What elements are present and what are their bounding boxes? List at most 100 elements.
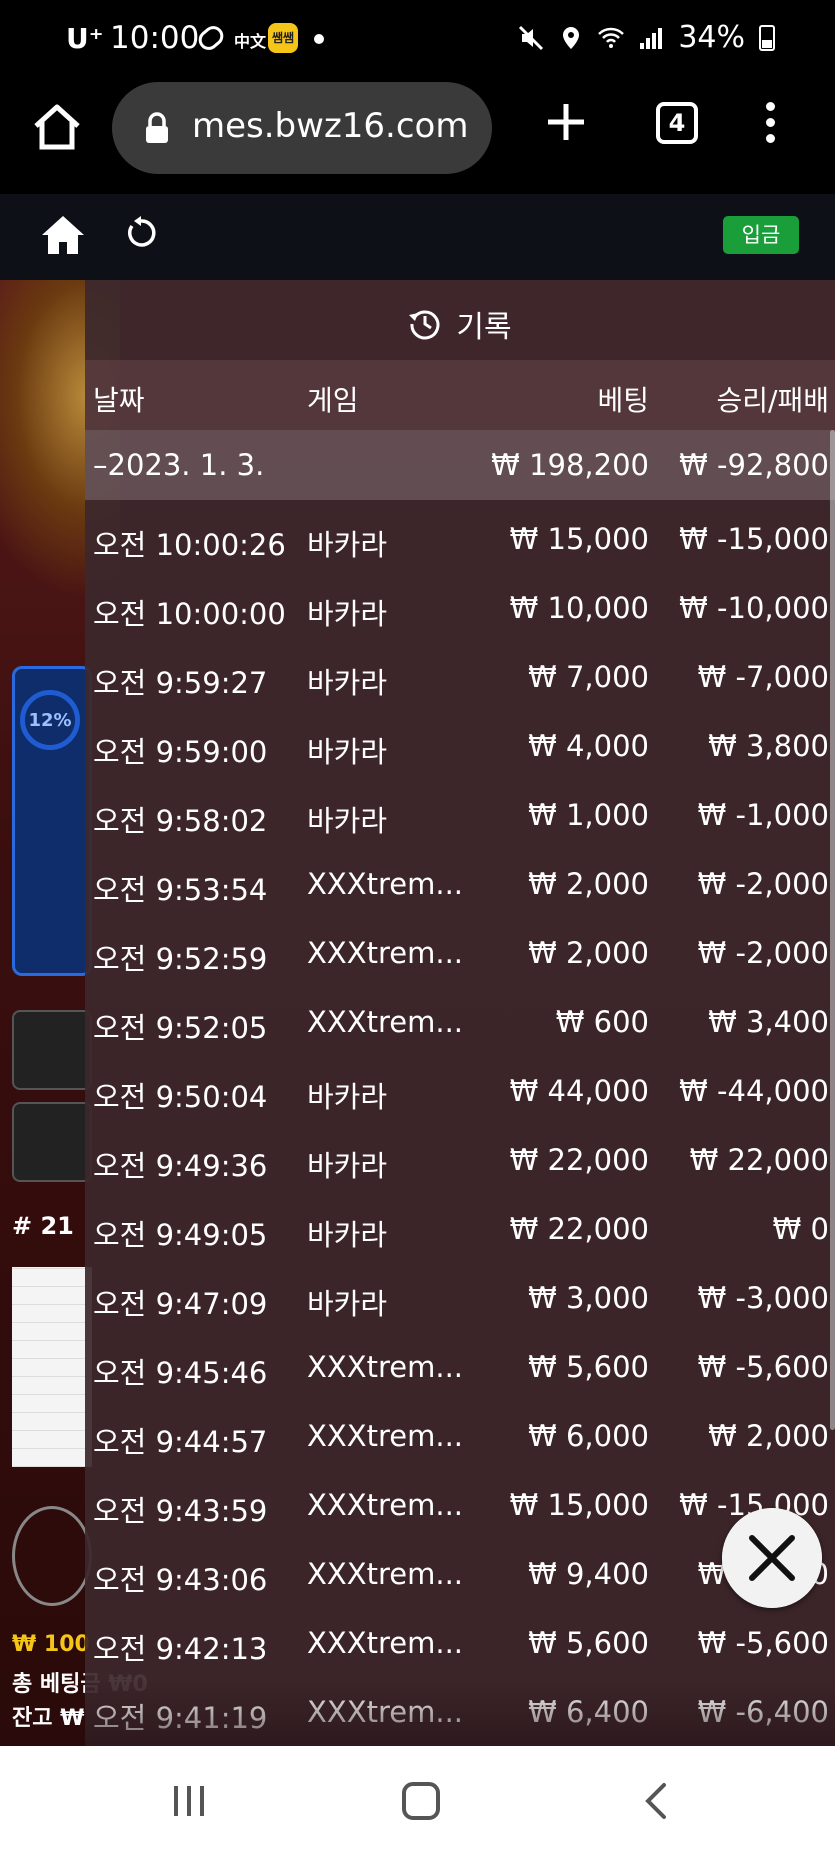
table-header: 날짜 게임 베팅 승리/패배 xyxy=(85,360,835,430)
row-bet: ₩ 3,000 xyxy=(528,1281,649,1315)
row-game: XXXtrem... xyxy=(307,1488,464,1522)
row-game: XXXtrem... xyxy=(307,1350,464,1384)
row-game: XXXtrem... xyxy=(307,1005,464,1039)
balance-amount: ₩ 100 xyxy=(12,1632,90,1657)
table-row[interactable]: 오전 10:00:26 바카라 ₩ 15,000 ₩ -15,000 xyxy=(85,510,835,579)
history-icon xyxy=(409,310,440,340)
row-time: 오전 9:44:57 xyxy=(93,1425,268,1459)
row-time: 오전 9:49:36 xyxy=(93,1149,268,1183)
row-game: XXXtrem... xyxy=(307,1419,464,1453)
row-game: XXXtrem... xyxy=(307,936,464,970)
row-bet: ₩ 7,000 xyxy=(528,660,649,694)
table-row[interactable]: 오전 9:43:59 XXXtrem... ₩ 15,000 ₩ -15,000 xyxy=(85,1476,835,1545)
battery-percent: 34% xyxy=(678,20,745,55)
game-header: 입금 xyxy=(0,194,835,280)
address-bar[interactable]: mes.bwz16.com xyxy=(112,82,492,174)
wifi-icon xyxy=(598,27,625,48)
history-title: 기록 xyxy=(408,302,512,346)
row-bet: ₩ 15,000 xyxy=(509,522,649,556)
bet-spot-button[interactable] xyxy=(12,1010,92,1090)
row-game: 바카라 xyxy=(307,666,388,700)
summary-bet: ₩ 198,200 xyxy=(491,448,649,482)
table-row[interactable]: 오전 9:50:04 바카라 ₩ 44,000 ₩ -44,000 xyxy=(85,1062,835,1131)
row-result: ₩ -15,000 xyxy=(679,522,829,556)
row-game: 바카라 xyxy=(307,1149,388,1183)
summary-result: ₩ -92,800 xyxy=(679,448,829,482)
signal-icon xyxy=(640,27,663,49)
close-history-button[interactable] xyxy=(722,1508,822,1608)
battery-icon xyxy=(759,24,775,51)
header-bet: 베팅 xyxy=(597,384,649,417)
row-game: 바카라 xyxy=(307,804,388,838)
status-bar: U⁺ 10:00 中文 쌤쌤 34% xyxy=(0,0,835,78)
tab-switcher-button[interactable]: 4 xyxy=(656,102,698,144)
back-icon[interactable] xyxy=(640,1782,674,1820)
clock: 10:00 xyxy=(110,20,200,56)
row-game: 바카라 xyxy=(307,735,388,769)
table-row[interactable]: 오전 9:52:59 XXXtrem... ₩ 2,000 ₩ -2,000 xyxy=(85,924,835,993)
refresh-icon[interactable] xyxy=(124,216,158,250)
row-time: 오전 9:43:59 xyxy=(93,1494,268,1528)
row-game: 바카라 xyxy=(307,1218,388,1252)
row-time: 오전 9:58:02 xyxy=(93,804,268,838)
row-result: ₩ 2,000 xyxy=(708,1419,829,1453)
balance-label: 잔고 ₩ xyxy=(12,1706,85,1731)
row-result: ₩ -10,000 xyxy=(679,591,829,625)
bet-spot-button[interactable] xyxy=(12,1102,92,1182)
date-summary-row[interactable]: –2023. 1. 3. ₩ 198,200 ₩ -92,800 xyxy=(85,430,835,500)
lock-icon xyxy=(146,112,168,143)
table-row[interactable]: 오전 9:47:09 바카라 ₩ 3,000 ₩ -3,000 xyxy=(85,1269,835,1338)
row-result: ₩ 3,800 xyxy=(708,729,829,763)
table-row[interactable]: 오전 9:44:57 XXXtrem... ₩ 6,000 ₩ 2,000 xyxy=(85,1407,835,1476)
deposit-button[interactable]: 입금 xyxy=(723,216,799,254)
browser-home-icon[interactable] xyxy=(30,100,84,154)
row-time: 오전 9:52:05 xyxy=(93,1011,268,1045)
table-row[interactable]: 오전 9:45:46 XXXtrem... ₩ 5,600 ₩ -5,600 xyxy=(85,1338,835,1407)
row-time: 오전 9:49:05 xyxy=(93,1218,268,1252)
row-bet: ₩ 44,000 xyxy=(509,1074,649,1108)
row-bet: ₩ 2,000 xyxy=(528,867,649,901)
new-tab-icon[interactable] xyxy=(546,102,586,142)
table-row[interactable]: 오전 9:49:36 바카라 ₩ 22,000 ₩ 22,000 xyxy=(85,1131,835,1200)
row-bet: ₩ 1,000 xyxy=(528,798,649,832)
row-time: 오전 9:47:09 xyxy=(93,1287,268,1321)
chip-icon[interactable] xyxy=(12,1506,92,1606)
row-game: 바카라 xyxy=(307,597,388,631)
row-time: 오전 10:00:26 xyxy=(93,528,286,562)
table-row[interactable]: 오전 9:59:00 바카라 ₩ 4,000 ₩ 3,800 xyxy=(85,717,835,786)
row-time: 오전 9:52:59 xyxy=(93,942,268,976)
summary-date: –2023. 1. 3. xyxy=(93,448,265,482)
header-date: 날짜 xyxy=(93,384,145,417)
row-bet: ₩ 5,600 xyxy=(528,1626,649,1660)
table-row[interactable]: 오전 9:53:54 XXXtrem... ₩ 2,000 ₩ -2,000 xyxy=(85,855,835,924)
table-row[interactable]: 오전 10:00:00 바카라 ₩ 10,000 ₩ -10,000 xyxy=(85,579,835,648)
more-menu-icon[interactable] xyxy=(764,102,776,146)
table-row[interactable]: 오전 9:52:05 XXXtrem... ₩ 600 ₩ 3,400 xyxy=(85,993,835,1062)
game-home-icon[interactable] xyxy=(40,214,86,256)
row-bet: ₩ 5,600 xyxy=(528,1350,649,1384)
table-row[interactable]: 오전 9:59:27 바카라 ₩ 7,000 ₩ -7,000 xyxy=(85,648,835,717)
browser-toolbar: mes.bwz16.com 4 xyxy=(0,78,835,194)
recent-apps-icon[interactable] xyxy=(172,1784,206,1818)
row-bet: ₩ 9,400 xyxy=(528,1557,649,1591)
list-fade xyxy=(85,1680,835,1746)
row-time: 오전 9:59:00 xyxy=(93,735,268,769)
nav-home-icon[interactable] xyxy=(402,1782,440,1820)
row-game: XXXtrem... xyxy=(307,1626,464,1660)
header-game: 게임 xyxy=(307,384,359,417)
url-text: mes.bwz16.com xyxy=(192,106,469,146)
row-result: ₩ -1,000 xyxy=(697,798,829,832)
table-row[interactable]: 오전 9:58:02 바카라 ₩ 1,000 ₩ -1,000 xyxy=(85,786,835,855)
row-bet: ₩ 2,000 xyxy=(528,936,649,970)
row-game: 바카라 xyxy=(307,1080,388,1114)
row-result: ₩ -2,000 xyxy=(697,867,829,901)
table-row[interactable]: 오전 9:42:13 XXXtrem... ₩ 5,600 ₩ -5,600 xyxy=(85,1614,835,1683)
app-notification-icon: 쌤쌤 xyxy=(268,23,298,53)
row-time: 오전 9:50:04 xyxy=(93,1080,268,1114)
row-bet: ₩ 4,000 xyxy=(528,729,649,763)
row-result: ₩ 0 xyxy=(772,1212,829,1246)
row-time: 오전 9:42:13 xyxy=(93,1632,268,1666)
table-row[interactable]: 오전 9:49:05 바카라 ₩ 22,000 ₩ 0 xyxy=(85,1200,835,1269)
bead-road-grid xyxy=(12,1267,92,1467)
scrollbar[interactable] xyxy=(830,430,835,1430)
